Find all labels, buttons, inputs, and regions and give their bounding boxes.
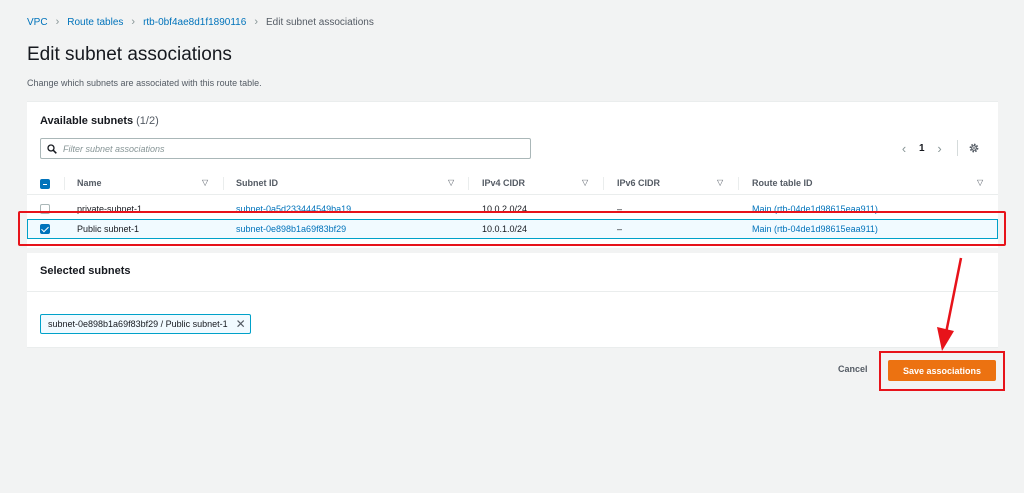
sort-icon[interactable]: ▽: [977, 178, 983, 187]
breadcrumb-route-tables[interactable]: Route tables: [67, 17, 123, 28]
column-header-name[interactable]: Name: [77, 178, 102, 188]
breadcrumb-current: Edit subnet associations: [265, 16, 374, 28]
page-title: Edit subnet associations: [27, 44, 232, 65]
chevron-right-icon[interactable]: ›: [933, 141, 947, 156]
close-icon[interactable]: ✕: [236, 318, 246, 330]
column-header-ipv4[interactable]: IPv4 CIDR: [482, 178, 525, 188]
divider: [956, 140, 958, 156]
cancel-button[interactable]: Cancel: [838, 364, 868, 374]
selection-count: (1/2): [136, 115, 159, 127]
token-label: subnet-0e898b1a69f83bf29 / Public subnet…: [48, 319, 228, 329]
sort-icon[interactable]: ▽: [582, 178, 588, 187]
highlight-annotation: [879, 351, 1005, 391]
column-divider: [64, 177, 65, 190]
breadcrumb-route-table-id[interactable]: rtb-0bf4ae8d1f1890116: [143, 17, 246, 28]
breadcrumb: VPC › Route tables › rtb-0bf4ae8d1f18901…: [27, 16, 374, 28]
sort-icon[interactable]: ▽: [202, 178, 208, 187]
selected-subnets-title: Selected subnets: [40, 265, 131, 277]
sort-icon[interactable]: ▽: [448, 178, 454, 187]
page-number[interactable]: 1: [919, 143, 925, 154]
chevron-right-icon: ›: [55, 16, 60, 28]
column-divider: [223, 177, 224, 190]
gear-icon[interactable]: [968, 142, 980, 154]
table-header: Name ▽ Subnet ID ▽ IPv4 CIDR ▽ IPv6 CIDR…: [27, 173, 998, 195]
pagination: ‹ 1 ›: [897, 140, 980, 156]
search-icon: [47, 143, 57, 154]
column-divider: [738, 177, 739, 190]
chevron-right-icon: ›: [254, 16, 258, 28]
column-header-route-table[interactable]: Route table ID: [752, 178, 813, 188]
column-header-subnet-id[interactable]: Subnet ID: [236, 178, 278, 188]
column-divider: [603, 177, 604, 190]
filter-box[interactable]: [40, 138, 531, 159]
divider: [27, 291, 998, 292]
highlight-annotation: [18, 211, 1006, 246]
panel-header: Available subnets (1/2): [40, 115, 159, 127]
selected-subnets-panel: Selected subnets subnet-0e898b1a69f83bf2…: [27, 253, 998, 348]
arrow-annotation-icon: [937, 257, 963, 351]
breadcrumb-vpc[interactable]: VPC: [27, 17, 48, 28]
chevron-right-icon: ›: [131, 16, 136, 28]
selected-subnet-token: subnet-0e898b1a69f83bf29 / Public subnet…: [40, 314, 251, 334]
chevron-left-icon[interactable]: ‹: [897, 141, 911, 156]
column-divider: [468, 177, 469, 190]
column-header-ipv6[interactable]: IPv6 CIDR: [617, 178, 660, 188]
select-all-checkbox[interactable]: [40, 179, 50, 189]
search-input[interactable]: [63, 143, 503, 154]
sort-icon[interactable]: ▽: [717, 178, 723, 187]
panel-title: Available subnets: [40, 115, 134, 127]
page-description: Change which subnets are associated with…: [27, 78, 262, 88]
